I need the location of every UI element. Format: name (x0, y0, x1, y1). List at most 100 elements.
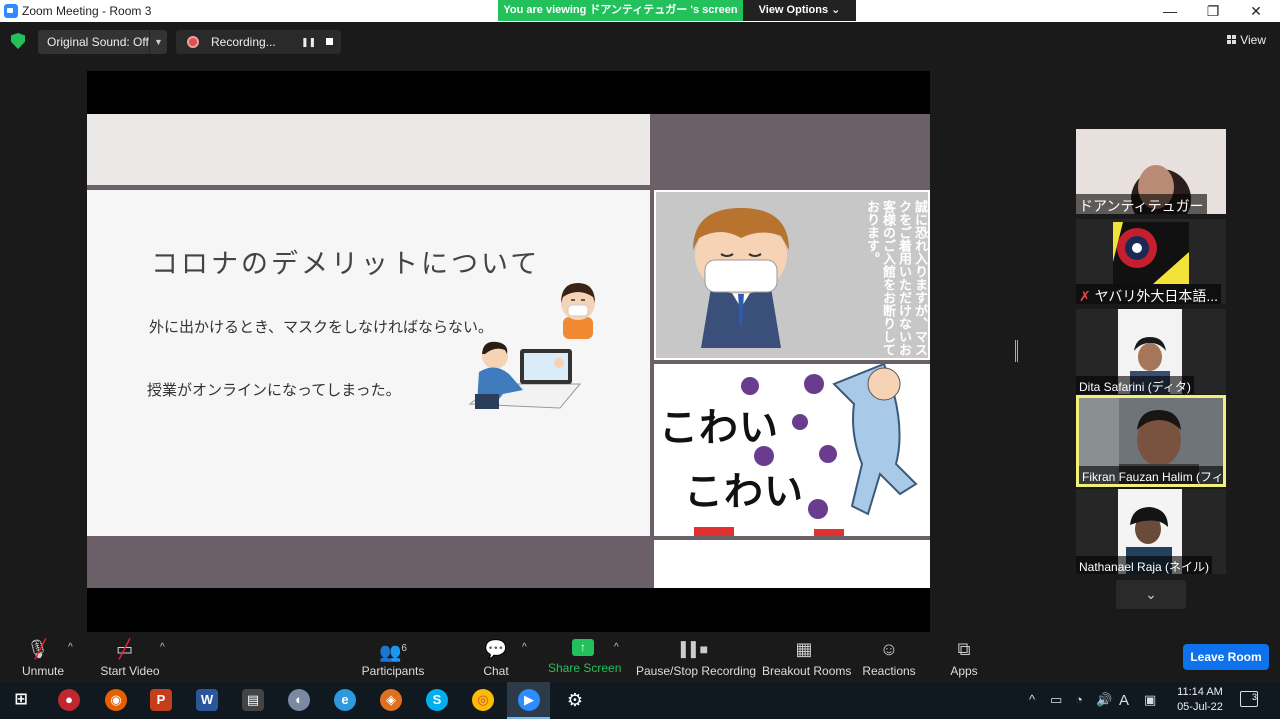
participant-name: Nathanael Raja (ネイル) (1076, 556, 1213, 574)
keyboard-icon[interactable]: ▣ (1144, 692, 1156, 708)
participant-tile[interactable]: ✗ ヤバリ外大日本語... (1076, 219, 1226, 304)
participants-button[interactable]: 👥6 Participants (358, 632, 428, 682)
screen-recorder-icon[interactable]: ● (58, 689, 80, 711)
notifications-icon[interactable]: 3 (1240, 691, 1258, 707)
breakout-rooms-button[interactable]: ▦ Breakout Rooms (762, 632, 852, 682)
mask-notice-text: 誠に恐れ入りますが、マスクをご着用いただけないお客様のご入館をお断りしております… (865, 200, 928, 356)
breakout-rooms-icon: ▦ (795, 639, 813, 659)
pause-stop-recording-button[interactable]: ▐▐ ■ Pause/Stop Recording (636, 632, 756, 682)
view-label: View (1240, 33, 1266, 47)
skype-icon[interactable]: S (426, 689, 448, 711)
original-sound-button[interactable]: Original Sound: Off ▼ (38, 30, 167, 54)
kowai-text-2: こわい (684, 469, 805, 515)
powerpoint-icon[interactable]: P (150, 689, 172, 711)
video-off-icon: ▭╱ (116, 639, 134, 659)
tray-chevron-up-icon[interactable]: ^ (1029, 692, 1035, 707)
stop-recording-icon[interactable] (326, 38, 333, 45)
participant-name: ドアンティテュガー (1076, 194, 1207, 214)
clock-date: 05-Jul-22 (1177, 701, 1223, 713)
start-video-label: Start Video (100, 664, 160, 678)
slide-heading: コロナのデメリットについて (151, 249, 541, 280)
battery-icon[interactable]: ▭ (1050, 692, 1062, 708)
share-screen-icon: ↑ (572, 639, 594, 656)
close-button[interactable]: ✕ (1246, 2, 1266, 20)
zoom-app-icon (4, 4, 18, 18)
apps-label: Apps (950, 664, 978, 678)
volume-icon[interactable]: 🔊 (1096, 692, 1112, 708)
chat-button[interactable]: 💬 Chat (475, 632, 517, 682)
video-editor-icon[interactable]: ▤ (242, 689, 264, 711)
scary-virus-panel: こわい こわい (654, 364, 930, 536)
chat-options-chevron-icon[interactable]: ^ (522, 642, 527, 653)
start-video-button[interactable]: ▭╱ Start Video (97, 632, 163, 682)
wifi-icon[interactable]: ◔ (1075, 692, 1083, 707)
pause-recording-icon[interactable]: ❚❚ (301, 37, 316, 48)
shared-screen[interactable]: コロナのデメリットについて 外に出かけるとき、マスクをしなければならない。 授業… (87, 71, 930, 632)
reactions-smiley-icon: ☺ (879, 639, 899, 659)
viewing-screen-banner: You are viewing ドアンティテュガー 's screen (498, 0, 743, 21)
ime-indicator[interactable]: A (1119, 692, 1129, 709)
chat-label: Chat (483, 664, 509, 678)
muted-mic-icon: ✗ (1079, 288, 1091, 304)
taskbar-clock[interactable]: 11:14 AM 05-Jul-22 (1168, 685, 1232, 715)
participant-name: ✗ ヤバリ外大日本語... (1076, 284, 1222, 304)
view-button[interactable]: View (1227, 33, 1266, 47)
vpn-app-icon[interactable]: ◈ (380, 689, 402, 711)
restore-button[interactable]: ❐ (1203, 2, 1223, 20)
unmute-label: Unmute (21, 664, 65, 678)
reactions-button[interactable]: ☺ Reactions (862, 632, 916, 682)
chat-bubble-icon: 💬 (484, 639, 508, 659)
minimize-button[interactable]: — (1160, 2, 1180, 20)
share-screen-button[interactable]: ↑ Share Screen (548, 632, 622, 682)
recording-indicator: Recording... ❚❚ (176, 30, 341, 54)
split-drag-handle[interactable] (1015, 340, 1018, 362)
slide-main-panel: コロナのデメリットについて 外に出かけるとき、マスクをしなければならない。 授業… (87, 190, 650, 536)
masked-girl-illustration (561, 283, 595, 339)
apps-icon: ⧉ (957, 639, 971, 659)
zoom-icon[interactable]: ▶ (518, 689, 540, 711)
mask-notice-panel: 誠に恐れ入りますが、マスクをご着用いただけないお客様のご入館をお断りしております… (654, 190, 930, 360)
windows-start-icon[interactable]: ⊞ (10, 689, 32, 711)
audio-options-chevron-icon[interactable]: ^ (68, 642, 73, 653)
windows-taskbar: ⊞ ● ◉ P W ▤ ◐ e ◈ S ◎ ▶ ⚙ ^ ▭ ◔ 🔊 A ▣ 11… (0, 682, 1280, 719)
chevron-down-icon[interactable]: ▼ (149, 30, 167, 54)
chrome-icon[interactable]: ◎ (472, 689, 494, 711)
participant-tile-active-speaker[interactable]: Fikran Fauzan Halim (フィ... (1076, 395, 1226, 487)
share-options-chevron-icon[interactable]: ^ (614, 642, 619, 653)
apps-button[interactable]: ⧉ Apps (944, 632, 984, 682)
recording-label: Recording... (211, 35, 276, 49)
bowing-man-mask-illustration (693, 208, 789, 348)
slide-bottom-right-panel (654, 540, 930, 588)
settings-gear-icon[interactable]: ⚙ (564, 689, 586, 711)
gallery-scroll-down-button[interactable]: ⌄ (1116, 580, 1186, 609)
participant-name: Fikran Fauzan Halim (フィ... (1079, 466, 1223, 484)
app-icon[interactable]: ◐ (288, 689, 310, 711)
firefox-icon[interactable]: ◉ (105, 689, 127, 711)
clock-time: 11:14 AM (1177, 686, 1223, 698)
participant-tile[interactable]: Dita Safarini (ディタ) (1076, 309, 1226, 394)
online-class-illustration (468, 341, 582, 409)
edge-icon[interactable]: e (334, 689, 356, 711)
participant-tile[interactable]: ドアンティテュガー (1076, 129, 1226, 214)
meeting-toolbar: 🎙╱ Unmute ^ ▭╱ Start Video ^ 👥6 Particip… (0, 632, 1280, 682)
word-icon[interactable]: W (196, 689, 218, 711)
leave-room-button[interactable]: Leave Room (1183, 644, 1269, 670)
video-options-chevron-icon[interactable]: ^ (160, 642, 165, 653)
original-sound-label: Original Sound: Off (47, 35, 149, 49)
unmute-button[interactable]: 🎙╱ Unmute (18, 632, 68, 682)
security-shield-icon[interactable] (11, 33, 25, 49)
participants-count: 6 (401, 643, 407, 654)
participant-name: Dita Safarini (ディタ) (1076, 376, 1194, 394)
recording-dot-icon (187, 36, 199, 48)
presentation-slide: コロナのデメリットについて 外に出かけるとき、マスクをしなければならない。 授業… (87, 114, 930, 588)
reactions-label: Reactions (862, 664, 916, 678)
grid-view-icon (1227, 35, 1237, 44)
breakout-rooms-label: Breakout Rooms (762, 664, 852, 678)
participant-name-text: ヤバリ外大日本語... (1094, 288, 1219, 304)
view-options-button[interactable]: View Options ⌄ (743, 0, 856, 21)
share-screen-label: Share Screen (548, 661, 622, 675)
slide-bullet-online: 授業がオンラインになってしまった。 (147, 382, 401, 399)
kowai-text-1: こわい (659, 405, 780, 451)
window-title: Zoom Meeting - Room 3 (22, 4, 152, 18)
participant-tile[interactable]: Nathanael Raja (ネイル) (1076, 489, 1226, 574)
